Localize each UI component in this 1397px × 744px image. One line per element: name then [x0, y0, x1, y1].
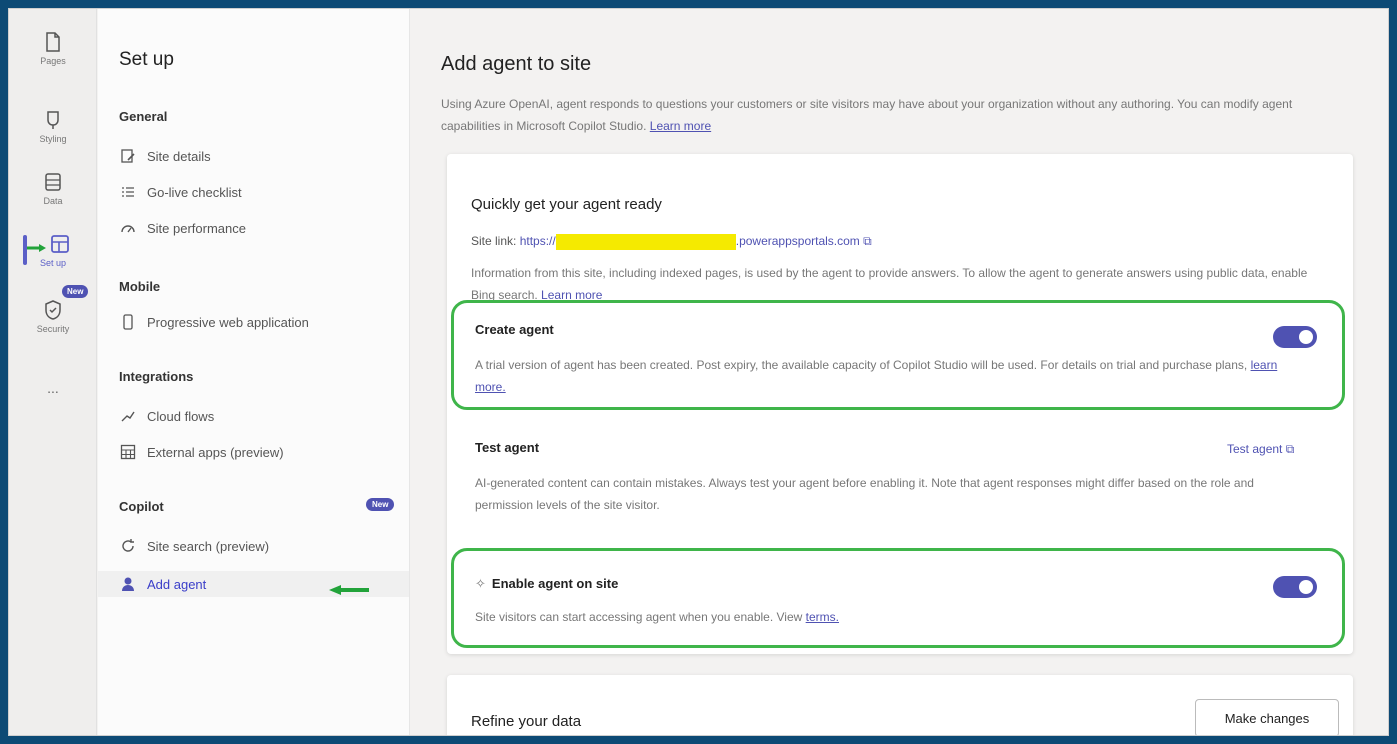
- rail-item-more[interactable]: ...: [9, 377, 97, 396]
- edit-doc-icon: [119, 147, 137, 165]
- enable-agent-toggle[interactable]: [1273, 576, 1317, 598]
- nav-item-site-search[interactable]: Site search (preview): [119, 533, 409, 559]
- green-arrow-pointer-icon: [329, 585, 369, 595]
- flow-icon: [119, 407, 137, 425]
- page-description: Using Azure OpenAI, agent responds to qu…: [441, 97, 1293, 133]
- agent-icon: [119, 575, 137, 593]
- nav-item-external-apps[interactable]: External apps (preview): [119, 439, 409, 465]
- rail-new-badge: New: [62, 285, 89, 298]
- create-agent-title: Create agent: [475, 322, 554, 337]
- create-agent-text: A trial version of agent has been create…: [475, 358, 1278, 394]
- sparkle-icon: ✧: [475, 576, 486, 591]
- data-icon: [45, 173, 61, 191]
- learn-more-link[interactable]: Learn more: [650, 119, 711, 133]
- more-icon: ...: [47, 380, 59, 396]
- enable-agent-text: Site visitors can start accessing agent …: [475, 610, 839, 624]
- search-refresh-icon: [119, 537, 137, 555]
- section-general: General: [119, 109, 168, 124]
- view-terms-link[interactable]: terms.: [806, 610, 839, 624]
- enable-agent-section: [451, 548, 1345, 648]
- page-title: Add agent to site: [441, 53, 592, 75]
- checklist-icon: [119, 183, 137, 201]
- nav-item-cloud-flows[interactable]: Cloud flows: [119, 403, 409, 429]
- nav-item-site-details[interactable]: Site details: [119, 143, 409, 169]
- refine-data-title: Refine your data: [471, 713, 582, 730]
- shield-icon: [45, 300, 61, 320]
- setup-icon: [51, 235, 69, 253]
- left-rail: Pages Styling Data Set up New Security .…: [9, 9, 97, 735]
- refine-data-card: Refine your data Make changes: [447, 675, 1353, 735]
- nav-item-go-live-checklist[interactable]: Go-live checklist: [119, 179, 409, 205]
- page-icon: [46, 32, 60, 52]
- rail-item-setup[interactable]: Set up: [9, 233, 97, 268]
- setup-nav: Set up General Site details Go-live chec…: [98, 9, 410, 735]
- copilot-new-badge: New: [366, 498, 395, 511]
- enable-agent-title: ✧ Enable agent on site: [475, 576, 619, 591]
- nav-item-pwa[interactable]: Progressive web application: [119, 309, 409, 335]
- grid-icon: [119, 443, 137, 461]
- section-copilot: Copilot: [119, 499, 164, 514]
- styling-icon: [47, 111, 59, 129]
- section-mobile: Mobile: [119, 279, 161, 294]
- gauge-icon: [119, 219, 137, 237]
- test-agent-text: AI-generated content can contain mistake…: [475, 476, 1254, 512]
- card-title: Quickly get your agent ready: [471, 196, 662, 213]
- rail-item-security[interactable]: Security: [9, 299, 97, 334]
- rail-item-data[interactable]: Data: [9, 171, 97, 206]
- section-integrations: Integrations: [119, 369, 194, 384]
- site-url-link[interactable]: https://.powerappsportals.com ⧉: [520, 234, 872, 250]
- nav-item-site-performance[interactable]: Site performance: [119, 215, 409, 241]
- phone-icon: [119, 313, 137, 331]
- app-frame: Pages Styling Data Set up New Security .…: [8, 8, 1389, 736]
- rail-item-styling[interactable]: Styling: [9, 109, 97, 144]
- nav-title: Set up: [119, 49, 174, 70]
- agent-ready-card: Quickly get your agent ready Site link: …: [447, 154, 1353, 654]
- external-link-icon: ⧉: [1285, 442, 1295, 456]
- rail-item-pages[interactable]: Pages: [9, 31, 97, 66]
- site-link: Site link: https://.powerappsportals.com…: [471, 234, 872, 250]
- create-agent-toggle[interactable]: [1273, 326, 1317, 348]
- redacted-highlight: [555, 234, 736, 250]
- test-agent-link[interactable]: Test agent ⧉: [1227, 442, 1294, 457]
- test-agent-title: Test agent: [475, 440, 540, 455]
- main-content: Add agent to site Using Azure OpenAI, ag…: [411, 9, 1388, 735]
- make-changes-button[interactable]: Make changes: [1195, 699, 1339, 735]
